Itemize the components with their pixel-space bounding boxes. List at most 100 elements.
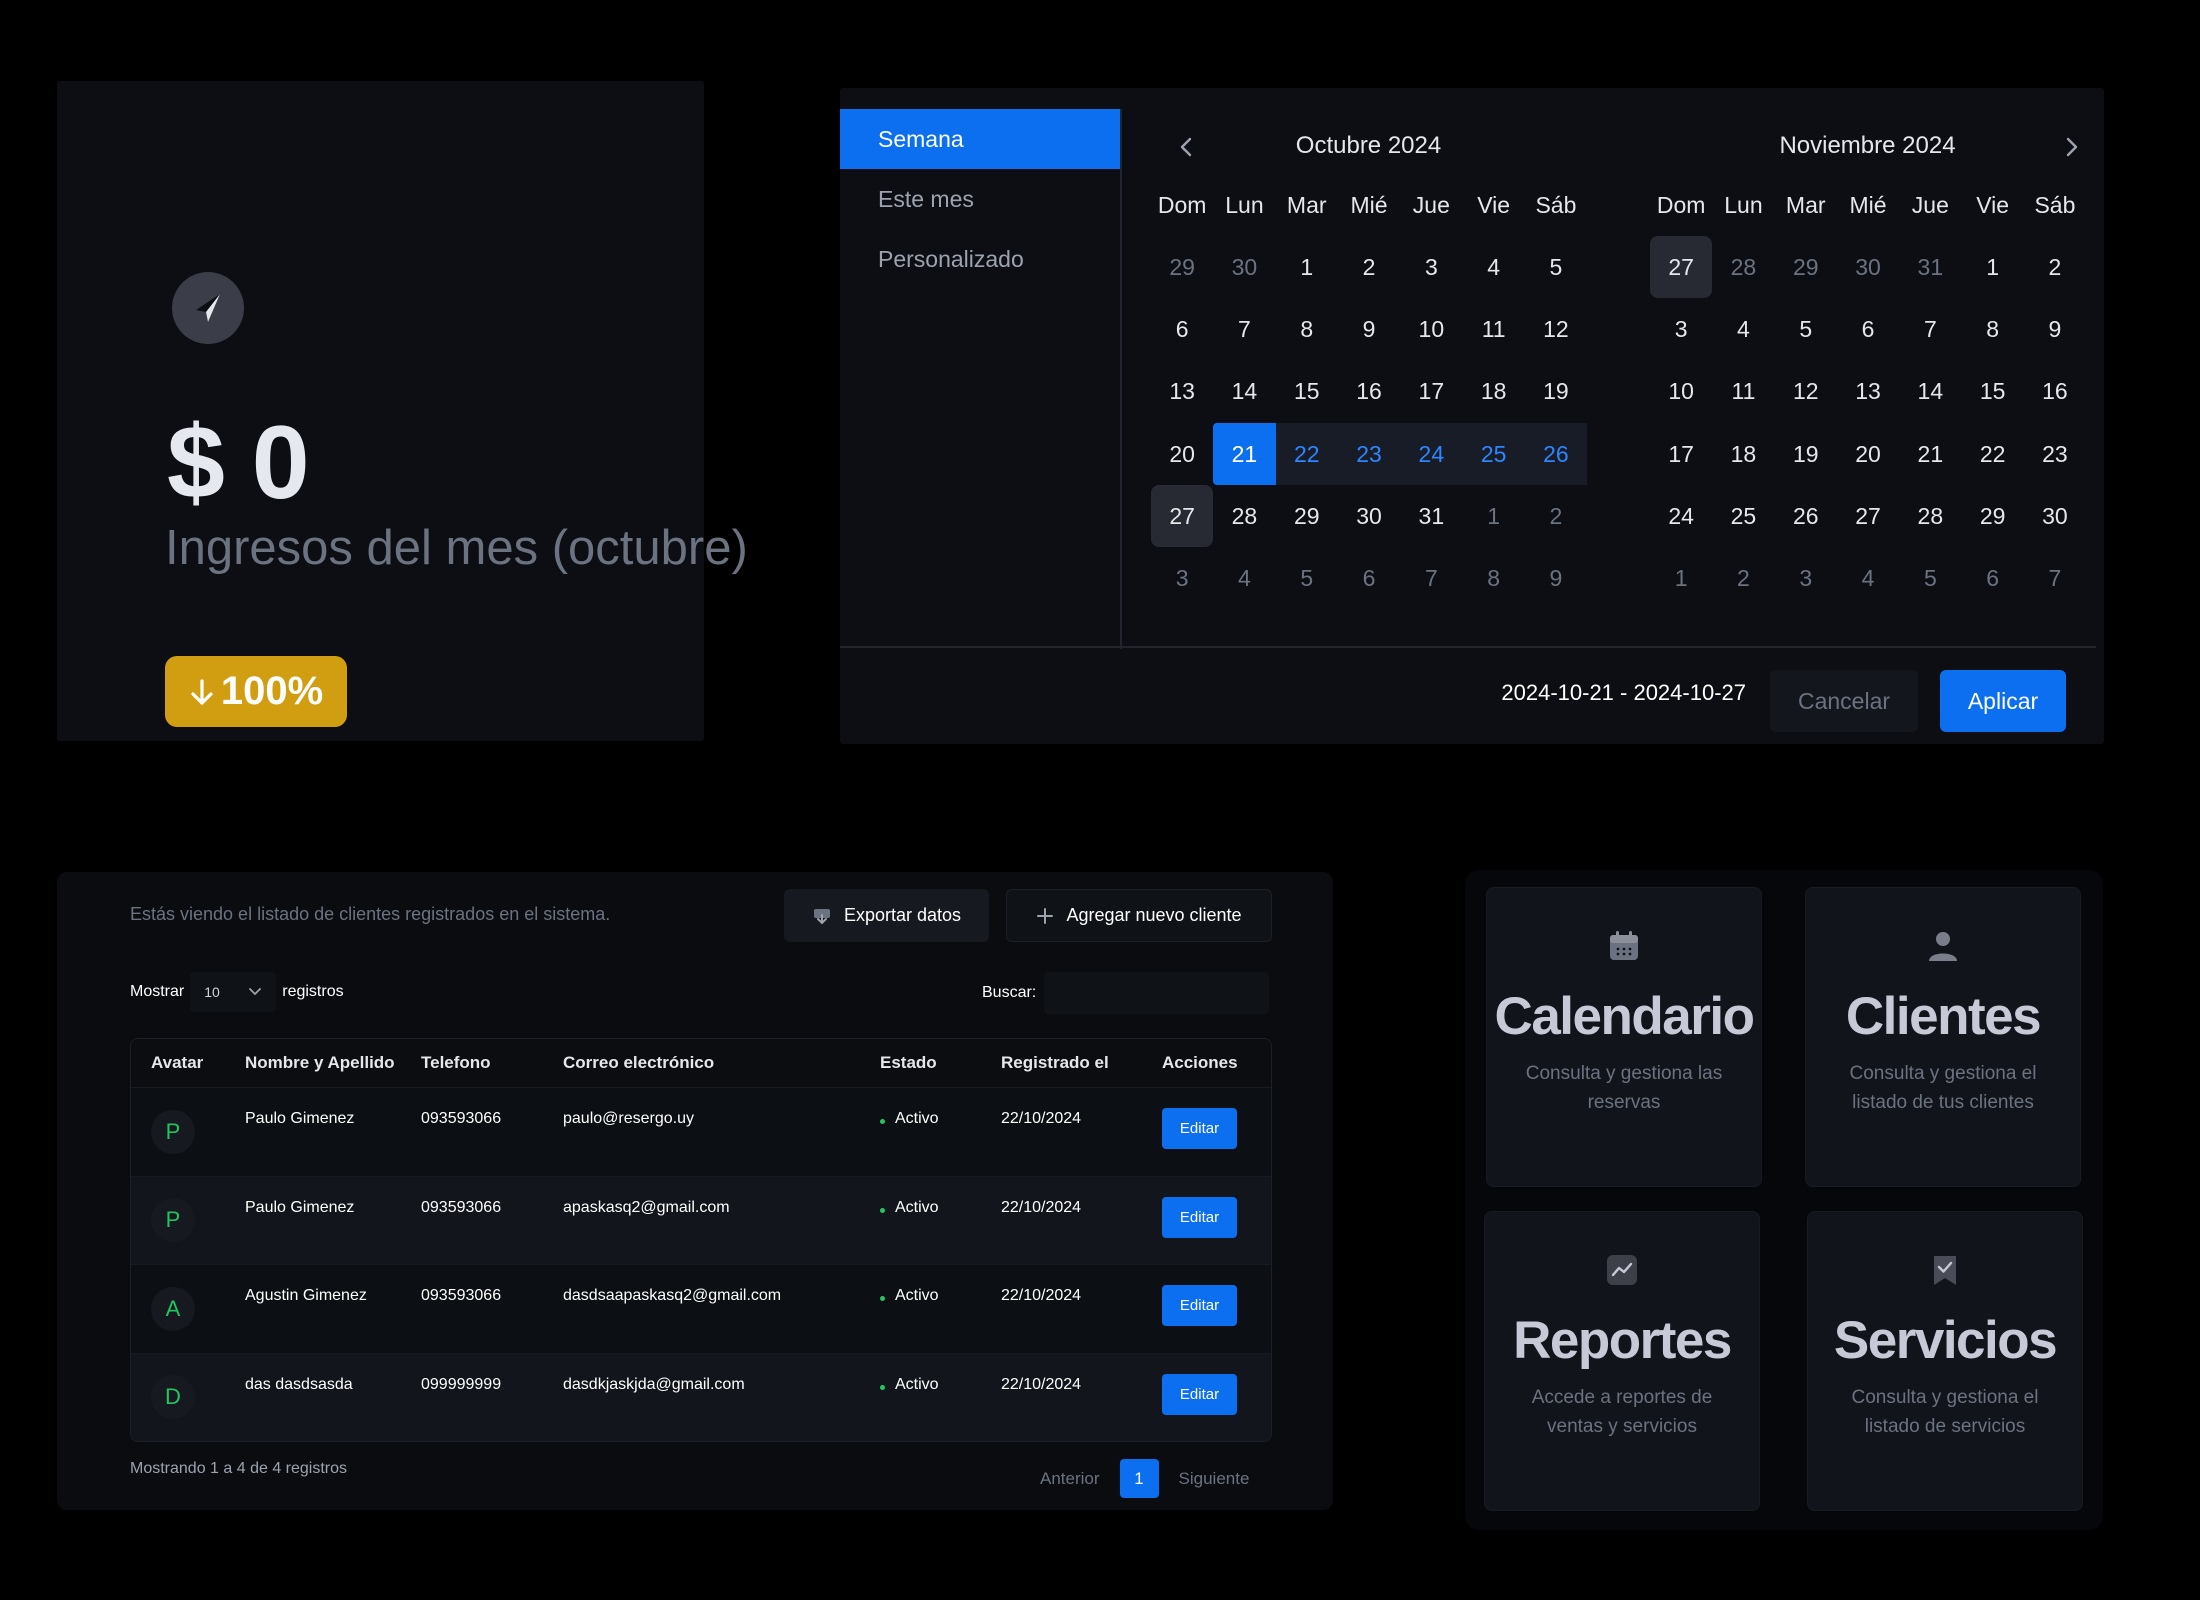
day-cell[interactable]: 28 (1712, 236, 1774, 298)
day-cell[interactable]: 26 (1524, 422, 1588, 486)
day-cell[interactable]: 16 (1338, 361, 1400, 423)
preset-semana[interactable]: Semana (840, 109, 1120, 169)
day-cell[interactable]: 22 (1275, 422, 1338, 486)
day-cell[interactable]: 1 (1650, 547, 1712, 609)
day-cell[interactable]: 3 (1400, 236, 1462, 298)
export-button[interactable]: Exportar datos (784, 889, 989, 942)
day-cell[interactable]: 7 (1400, 547, 1462, 609)
day-cell[interactable]: 31 (1899, 236, 1961, 298)
day-cell[interactable]: 23 (2024, 423, 2086, 485)
day-cell[interactable]: 17 (1400, 361, 1462, 423)
add-client-button[interactable]: Agregar nuevo cliente (1006, 889, 1272, 942)
apply-button[interactable]: Aplicar (1940, 670, 2066, 732)
column-header[interactable]: Registrado el (981, 1053, 1142, 1073)
day-cell[interactable]: 20 (1837, 423, 1899, 485)
day-cell[interactable]: 26 (1775, 485, 1837, 547)
day-cell[interactable]: 3 (1650, 298, 1712, 360)
day-cell-selected[interactable]: 21 (1213, 422, 1276, 486)
day-cell[interactable]: 14 (1213, 361, 1275, 423)
day-cell[interactable]: 18 (1712, 423, 1774, 485)
day-cell[interactable]: 31 (1400, 485, 1462, 547)
day-cell[interactable]: 13 (1837, 361, 1899, 423)
day-cell[interactable]: 30 (1837, 236, 1899, 298)
day-cell[interactable]: 6 (1961, 547, 2023, 609)
prev-month-button[interactable] (1171, 132, 1201, 162)
day-cell[interactable]: 22 (1961, 423, 2023, 485)
day-cell[interactable]: 5 (1899, 547, 1961, 609)
feature-card-servicios[interactable]: Servicios Consulta y gestiona el listado… (1807, 1211, 2083, 1511)
day-cell[interactable]: 29 (1775, 236, 1837, 298)
day-cell[interactable]: 30 (1213, 236, 1275, 298)
preset-este-mes[interactable]: Este mes (840, 169, 1120, 229)
day-cell[interactable]: 9 (2024, 298, 2086, 360)
column-header[interactable]: Correo electrónico (543, 1053, 860, 1073)
day-cell[interactable]: 16 (2024, 361, 2086, 423)
next-page-button[interactable]: Siguiente (1179, 1469, 1250, 1489)
day-cell[interactable]: 30 (1338, 485, 1400, 547)
feature-card-reportes[interactable]: Reportes Accede a reportes de ventas y s… (1484, 1211, 1760, 1511)
column-header[interactable]: Telefono (401, 1053, 543, 1073)
day-cell[interactable]: 11 (1712, 361, 1774, 423)
day-cell[interactable]: 3 (1151, 547, 1213, 609)
preset-personalizado[interactable]: Personalizado (840, 229, 1120, 289)
day-cell[interactable]: 8 (1961, 298, 2023, 360)
day-cell[interactable]: 6 (1338, 547, 1400, 609)
day-cell[interactable]: 8 (1276, 298, 1338, 360)
day-cell[interactable]: 5 (1775, 298, 1837, 360)
edit-button[interactable]: Editar (1162, 1285, 1237, 1326)
day-cell[interactable]: 15 (1276, 361, 1338, 423)
day-cell[interactable]: 5 (1276, 547, 1338, 609)
feature-card-clientes[interactable]: Clientes Consulta y gestiona el listado … (1805, 887, 2081, 1187)
day-cell-today[interactable]: 27 (1650, 236, 1713, 299)
day-cell[interactable]: 1 (1961, 236, 2023, 298)
next-month-button[interactable] (2057, 132, 2087, 162)
column-header[interactable]: Estado (860, 1053, 981, 1073)
day-cell[interactable]: 1 (1276, 236, 1338, 298)
day-cell[interactable]: 6 (1837, 298, 1899, 360)
day-cell[interactable]: 4 (1462, 236, 1524, 298)
day-cell[interactable]: 8 (1462, 547, 1524, 609)
edit-button[interactable]: Editar (1162, 1196, 1237, 1238)
day-cell[interactable]: 4 (1712, 298, 1774, 360)
day-cell[interactable]: 7 (2024, 547, 2086, 609)
search-input[interactable] (1044, 972, 1270, 1014)
day-cell[interactable]: 11 (1462, 298, 1524, 360)
day-cell[interactable]: 24 (1400, 422, 1463, 486)
edit-button[interactable]: Editar (1162, 1373, 1237, 1415)
day-cell[interactable]: 2 (2024, 236, 2086, 298)
day-cell[interactable]: 29 (1151, 236, 1213, 298)
page-number-button[interactable]: 1 (1119, 1459, 1159, 1498)
day-cell[interactable]: 17 (1650, 423, 1712, 485)
day-cell[interactable]: 12 (1525, 298, 1587, 360)
day-cell[interactable]: 18 (1462, 361, 1524, 423)
day-cell[interactable]: 10 (1400, 298, 1462, 360)
day-cell[interactable]: 23 (1337, 422, 1401, 486)
day-cell[interactable]: 13 (1151, 361, 1213, 423)
day-cell[interactable]: 29 (1276, 485, 1338, 547)
column-header[interactable]: Nombre y Apellido (225, 1053, 401, 1073)
day-cell[interactable]: 28 (1213, 485, 1275, 547)
day-cell[interactable]: 4 (1213, 547, 1275, 609)
day-cell[interactable]: 15 (1961, 361, 2023, 423)
column-header[interactable]: Avatar (131, 1053, 225, 1073)
day-cell[interactable]: 19 (1775, 423, 1837, 485)
day-cell[interactable]: 1 (1462, 485, 1524, 547)
day-cell-today[interactable]: 27 (1151, 485, 1214, 548)
day-cell[interactable]: 27 (1837, 485, 1899, 547)
day-cell[interactable]: 25 (1712, 485, 1774, 547)
day-cell[interactable]: 9 (1338, 298, 1400, 360)
day-cell[interactable]: 28 (1899, 485, 1961, 547)
cancel-button[interactable]: Cancelar (1770, 670, 1918, 732)
day-cell[interactable]: 7 (1213, 298, 1275, 360)
day-cell[interactable]: 7 (1899, 298, 1961, 360)
day-cell[interactable]: 19 (1525, 361, 1587, 423)
day-cell[interactable]: 6 (1151, 298, 1213, 360)
day-cell[interactable]: 25 (1462, 422, 1525, 486)
day-cell[interactable]: 2 (1712, 547, 1774, 609)
day-cell[interactable]: 20 (1151, 423, 1213, 485)
feature-card-calendario[interactable]: Calendario Consulta y gestiona las reser… (1486, 887, 1762, 1187)
day-cell[interactable]: 12 (1775, 361, 1837, 423)
day-cell[interactable]: 14 (1899, 361, 1961, 423)
page-size-select[interactable]: 10 (190, 972, 277, 1012)
column-header[interactable]: Acciones (1142, 1053, 1271, 1073)
